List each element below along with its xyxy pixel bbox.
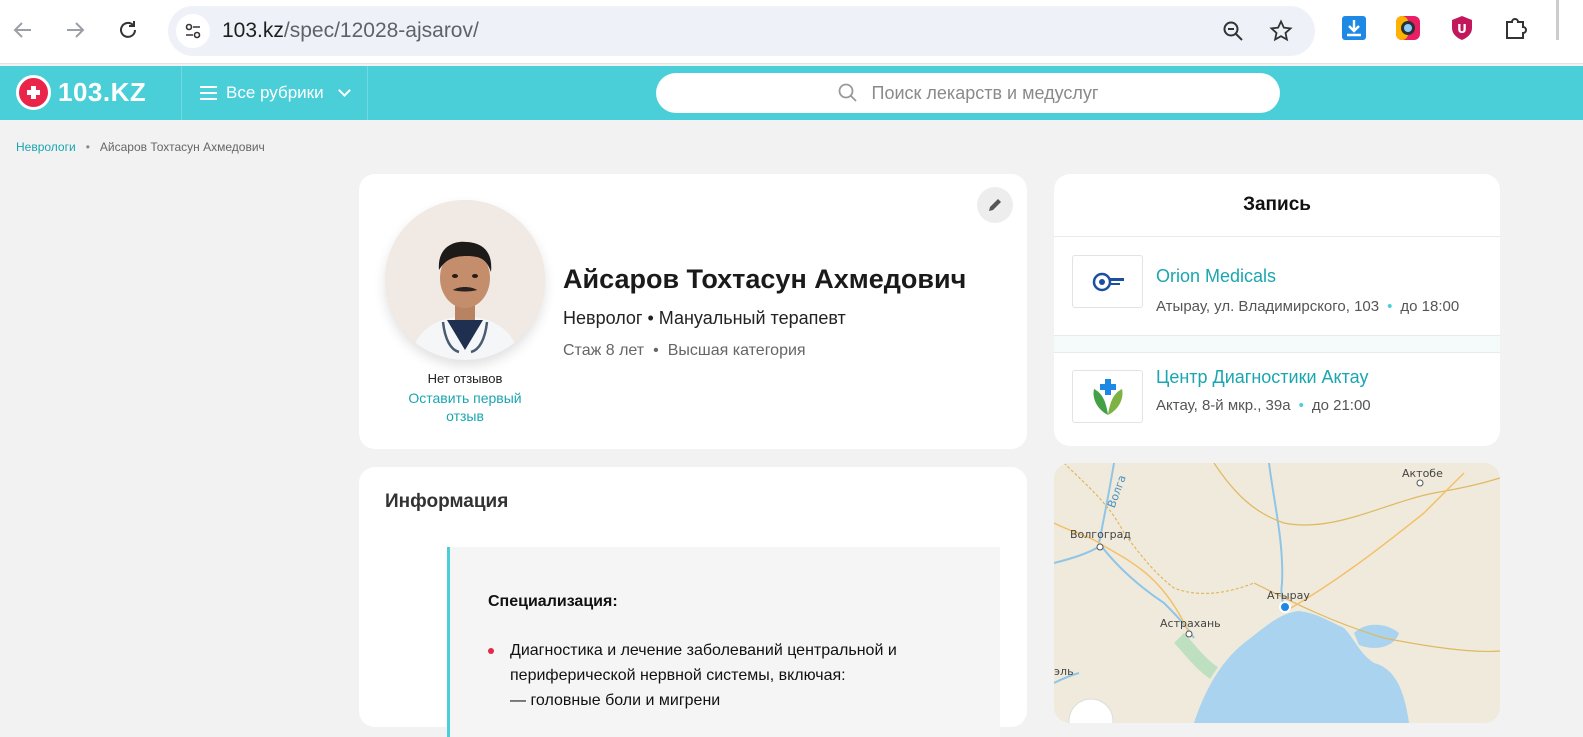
no-reviews-text: Нет отзывов — [427, 371, 503, 386]
address-separator: • — [1298, 397, 1304, 414]
bullet-line-3: — головные боли и мигрени — [510, 692, 721, 709]
experience-text: Стаж 8 лет — [563, 342, 645, 359]
leave-review-link[interactable]: Оставить первый отзыв — [395, 389, 535, 425]
window-edge — [1556, 0, 1559, 40]
info-card: Информация Специализация: Диагностика и … — [359, 467, 1027, 737]
clinic-address: Актау, 8-й мкр., 39а • до 21:00 — [1156, 397, 1371, 414]
map-label-aktobe: Актобе — [1402, 467, 1443, 480]
back-arrow-icon — [13, 22, 31, 38]
url-host: 103.kz — [222, 19, 284, 42]
clinic-item[interactable]: Orion Medicals Атырау, ул. Владимирского… — [1054, 238, 1500, 334]
search-input[interactable]: Поиск лекарств и медуслуг — [656, 73, 1280, 113]
hamburger-icon — [200, 86, 217, 100]
orion-logo — [1072, 255, 1143, 308]
bullet-line-2: периферической нервной системы, включая: — [510, 667, 846, 684]
url-path: /spec/12028-ajsarov/ — [283, 19, 479, 42]
browser-toolbar: 103.kz/spec/12028-ajsarov/ U — [0, 0, 1583, 64]
map-label-astrakhan: Астрахань — [1160, 617, 1221, 630]
list-item: Диагностика и лечение заболеваний центра… — [488, 638, 948, 713]
divider — [1054, 335, 1500, 353]
clinic-hours: до 21:00 — [1311, 397, 1371, 414]
download-extension-icon[interactable] — [1340, 14, 1368, 42]
search-icon — [838, 83, 857, 102]
category-text: Высшая категория — [667, 342, 806, 359]
clinic-item[interactable]: Центр Диагностики Актау Актау, 8-й мкр.,… — [1054, 353, 1500, 446]
clinic-address-text: Актау, 8-й мкр., 39а — [1156, 397, 1291, 414]
doctor-specialties: Невролог • Мануальный терапевт — [563, 308, 846, 328]
doctor-profile-card: Айсаров Тохтасун Ахмедович Невролог • Ма… — [359, 174, 1027, 449]
breadcrumb-link-neurologists[interactable]: Неврологи — [16, 140, 76, 154]
map-label-atyrau: Атырау — [1267, 589, 1310, 602]
chevron-down-icon — [337, 83, 351, 97]
logo-text: 103.KZ — [58, 77, 147, 107]
search-placeholder: Поиск лекарств и медуслуг — [871, 82, 1099, 103]
site-settings-icon[interactable] — [176, 14, 210, 48]
clinic-address-text: Атырау, ул. Владимирского, 103 — [1156, 298, 1380, 315]
bullet-dot-icon — [488, 648, 494, 654]
map-widget[interactable]: Волгоград Астрахань Атырау Актобе Волга … — [1054, 463, 1500, 723]
doctor-name: Айсаров Тохтасун Ахмедович — [563, 264, 967, 294]
bookmark-star-icon[interactable] — [1268, 18, 1294, 44]
edit-button[interactable] — [977, 187, 1013, 223]
address-bar[interactable]: 103.kz/spec/12028-ajsarov/ — [168, 6, 1315, 56]
doctor-meta: Стаж 8 лет • Высшая категория — [563, 342, 806, 360]
reload-button[interactable] — [113, 15, 143, 45]
all-rubrics-menu[interactable]: Все рубрики — [181, 66, 368, 120]
specialization-heading: Специализация: — [488, 593, 618, 610]
forward-button[interactable] — [60, 15, 90, 45]
booking-card: Запись Orion Medicals Атырау, ул. Владим… — [1054, 174, 1500, 446]
booking-title: Запись — [1054, 174, 1500, 237]
breadcrumb-separator: • — [85, 140, 90, 154]
svg-text:U: U — [1457, 22, 1467, 36]
breadcrumb-current: Айсаров Тохтасун Ахмедович — [99, 140, 265, 154]
site-logo[interactable]: 103.KZ — [16, 75, 146, 110]
specialization-box: Специализация: Диагностика и лечение заб… — [447, 547, 1000, 737]
diagnostics-center-logo — [1072, 370, 1143, 423]
address-separator: • — [1387, 298, 1393, 315]
site-header: 103.KZ Все рубрики Поиск лекарств и меду… — [0, 66, 1583, 120]
clinic-hours: до 18:00 — [1400, 298, 1460, 315]
url-text: 103.kz/spec/12028-ajsarov/ — [222, 19, 479, 43]
medical-cross-icon — [16, 75, 51, 110]
pencil-icon — [989, 199, 1001, 211]
extensions-puzzle-icon[interactable] — [1502, 14, 1530, 42]
info-title: Информация — [385, 491, 509, 512]
forward-arrow-icon — [67, 22, 85, 38]
map-label-volgograd: Волгоград — [1070, 528, 1131, 541]
rubrics-label: Все рубрики — [226, 83, 324, 102]
back-button[interactable] — [8, 15, 38, 45]
breadcrumb: Неврологи • Айсаров Тохтасун Ахмедович — [16, 140, 265, 154]
doctor-avatar — [385, 200, 545, 360]
zoom-icon[interactable] — [1220, 18, 1246, 44]
reload-icon — [120, 21, 136, 38]
screen-capture-extension-icon[interactable] — [1394, 14, 1422, 42]
map-label-partial: эль — [1054, 665, 1074, 678]
clinic-address: Атырау, ул. Владимирского, 103 • до 18:00 — [1156, 298, 1459, 315]
bullet-line-1: Диагностика и лечение заболеваний центра… — [510, 642, 897, 659]
clinic-name[interactable]: Центр Диагностики Актау — [1156, 367, 1368, 388]
meta-separator: • — [653, 342, 659, 359]
ublock-extension-icon[interactable]: U — [1448, 14, 1476, 42]
clinic-name[interactable]: Orion Medicals — [1156, 266, 1276, 287]
